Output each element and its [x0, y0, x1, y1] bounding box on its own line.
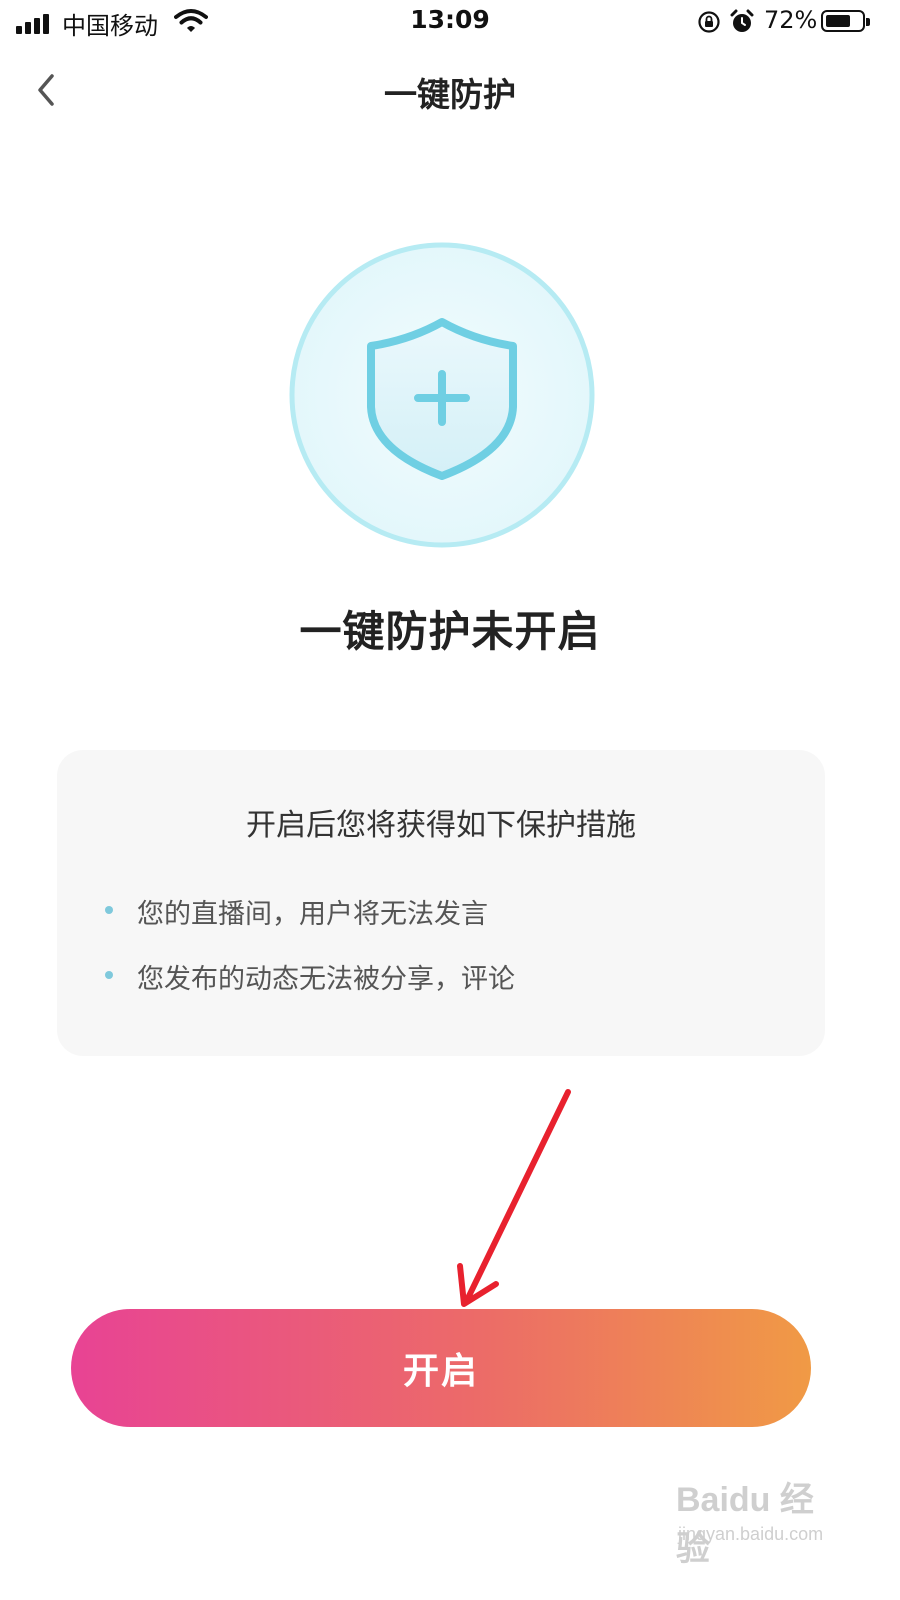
list-item-text: 您的直播间，用户将无法发言 [137, 899, 488, 930]
orientation-lock-icon [698, 11, 720, 33]
enable-button[interactable]: 开启 [71, 1309, 811, 1427]
battery-percent: 72% [764, 6, 818, 34]
red-arrow-annotation [457, 1089, 571, 1307]
list-item-text: 您发布的动态无法被分享，评论 [137, 964, 515, 995]
bullet-dot-icon [105, 971, 113, 979]
status-bar: 中国移动 13:09 72% [0, 0, 900, 44]
protection-status-text: 一键防护未开启 [299, 607, 601, 656]
baidu-jingyan-watermark: Baidu 经验 jingyan.baidu.com [676, 1472, 846, 1568]
bullet-dot-icon [105, 906, 113, 914]
watermark-url: jingyan.baidu.com [678, 1524, 824, 1544]
shield-plus-icon [289, 242, 595, 548]
alarm-icon [730, 9, 754, 32]
watermark-logo: Baidu 经验 [676, 1481, 814, 1568]
protection-info-card: 开启后您将获得如下保护措施 您的直播间，用户将无法发言 您发布的动态无法被分享，… [57, 750, 825, 1056]
card-title: 开启后您将获得如下保护措施 [246, 808, 636, 843]
page-title: 一键防护 [384, 75, 516, 114]
battery-icon [821, 10, 870, 32]
